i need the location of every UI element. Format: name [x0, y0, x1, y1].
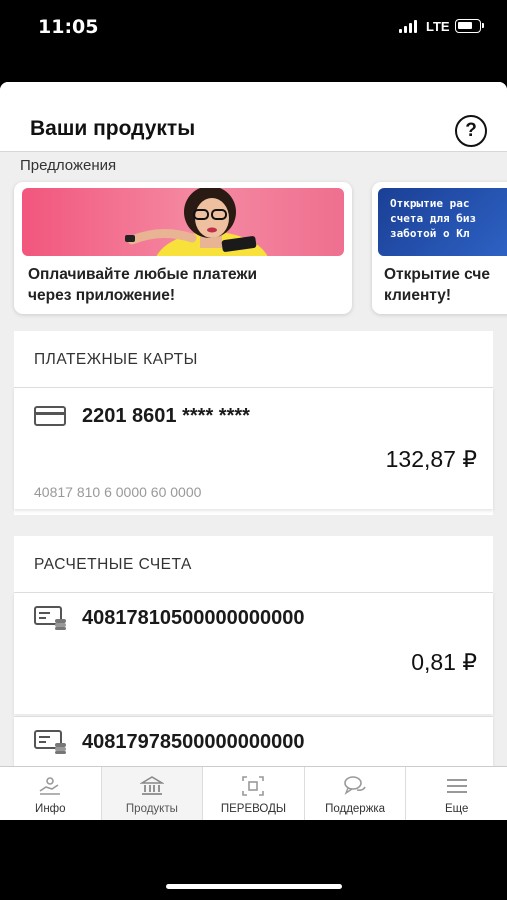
settlement-accounts-section: РАСЧЕТНЫЕ СЧЕТА 40817810500000000000 0,8…: [14, 536, 493, 786]
offer-text-line2: клиенту!: [384, 287, 452, 304]
card-balance: 132,87 ₽: [385, 446, 477, 472]
banner-line: счета для биз: [390, 212, 477, 225]
nav-label: Еще: [444, 803, 469, 815]
home-indicator[interactable]: [166, 884, 342, 889]
credit-card-icon: [34, 406, 66, 426]
chat-bubbles-icon: [344, 776, 366, 795]
banner-line: заботой о Кл: [390, 227, 470, 240]
bottom-navigation: Инфо Продукты ПЕРЕВОДЫ Поддержка Еще: [0, 766, 507, 820]
offer-text: Оплачивайте любые платежи через приложен…: [28, 264, 257, 306]
offer-text-line2: через приложение!: [28, 287, 176, 304]
signal-icon: [399, 20, 417, 33]
bank-icon: [139, 776, 164, 795]
nav-label: Продукты: [125, 803, 178, 815]
account-number: 40817978500000000000: [82, 731, 305, 753]
offer-banner-text: Открытие рас счета для биз заботой о Кл: [390, 196, 507, 241]
offer-banner-image: Открытие рас счета для биз заботой о Кл: [378, 188, 507, 256]
nav-item-info[interactable]: Инфо: [0, 767, 102, 820]
status-bar: 11:05 LTE: [0, 0, 507, 60]
section-title: РАСЧЕТНЫЕ СЧЕТА: [34, 556, 192, 573]
payment-cards-section: ПЛАТЕЖНЫЕ КАРТЫ 2201 8601 **** **** 132,…: [14, 331, 493, 515]
nav-item-products[interactable]: Продукты: [101, 767, 204, 820]
card-item[interactable]: 2201 8601 **** **** 132,87 ₽ 40817 810 6…: [14, 387, 493, 509]
network-type: LTE: [426, 19, 450, 34]
page-title: Ваши продукты: [30, 117, 196, 140]
account-cash-icon: [34, 730, 66, 754]
offer-text: Открытие сче клиенту!: [384, 264, 490, 306]
banner-line: Открытие рас: [390, 197, 470, 210]
nav-item-support[interactable]: Поддержка: [305, 767, 407, 820]
status-time: 11:05: [38, 16, 99, 38]
nav-label: ПЕРЕВОДЫ: [220, 803, 287, 815]
info-hand-icon: [39, 777, 61, 795]
account-number: 40817810500000000000: [82, 607, 305, 629]
section-title: ПЛАТЕЖНЫЕ КАРТЫ: [34, 351, 198, 368]
help-button[interactable]: ?: [455, 115, 487, 147]
nav-label: Поддержка: [325, 803, 386, 815]
nav-item-more[interactable]: Еще: [406, 767, 507, 820]
account-balance: 0,81 ₽: [411, 649, 477, 675]
account-cash-icon: [34, 606, 66, 630]
nav-item-transfers[interactable]: ПЕРЕВОДЫ: [203, 767, 305, 820]
offer-card-payments[interactable]: Оплачивайте любые платежи через приложен…: [14, 182, 352, 314]
offer-card-business-account[interactable]: Открытие рас счета для биз заботой о Кл …: [372, 182, 507, 314]
menu-icon: [446, 779, 467, 793]
app-header: Ваши продукты ?: [0, 82, 507, 152]
products-screen: Ваши продукты ? Предложения Оплачивайте …: [0, 82, 507, 820]
card-number: 2201 8601 **** ****: [82, 405, 250, 427]
card-account-number: 40817 810 6 0000 60 0000: [34, 484, 202, 500]
offer-text-line1: Открытие сче: [384, 266, 490, 283]
offer-text-line1: Оплачивайте любые платежи: [28, 266, 257, 283]
offers-label: Предложения: [20, 157, 117, 174]
account-item[interactable]: 40817810500000000000 0,81 ₽: [14, 592, 493, 714]
nav-label: Инфо: [35, 803, 66, 815]
battery-icon: [455, 19, 484, 33]
offer-banner-image: [22, 188, 344, 256]
phone-screen: 11:05 LTE Ваши продукты ? Предложения Оп…: [0, 0, 507, 900]
transfer-qr-icon: [242, 776, 265, 796]
